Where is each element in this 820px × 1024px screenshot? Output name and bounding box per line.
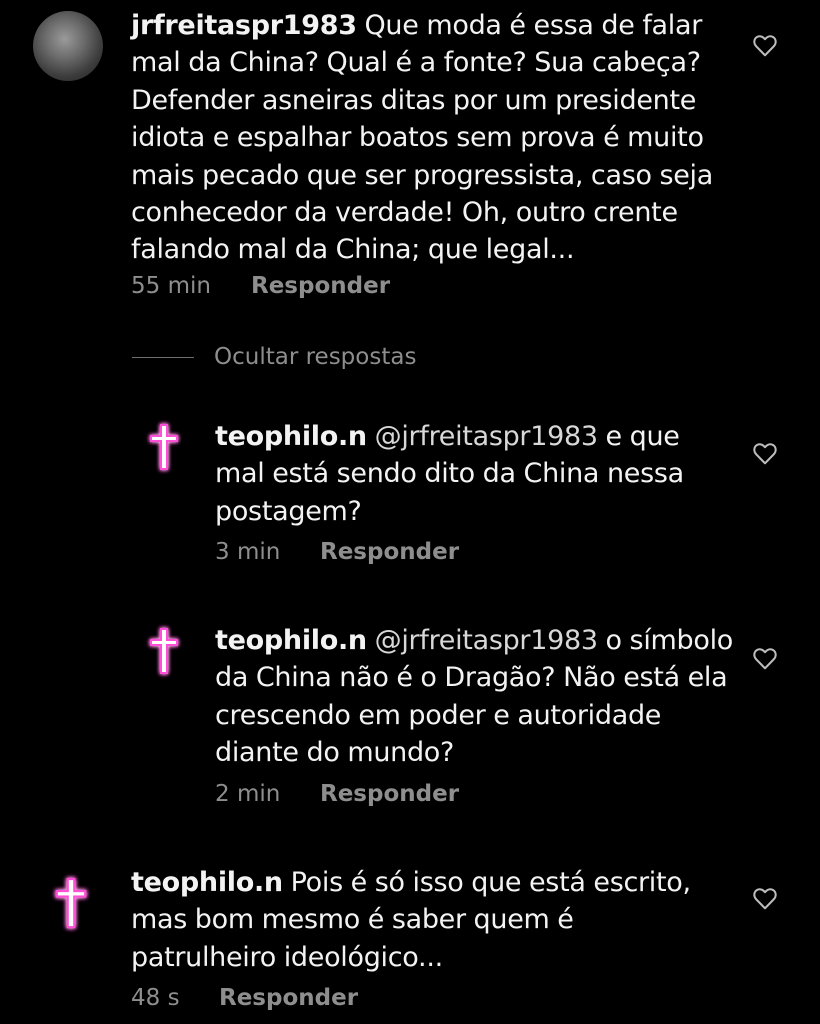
reply-username[interactable]: teophilo.n [215, 421, 367, 452]
heart-outline-icon[interactable] [752, 886, 778, 910]
heart-outline-icon[interactable] [752, 33, 778, 57]
mention-link[interactable]: @jrfreitaspr1983 [375, 421, 598, 452]
reply-button[interactable]: Responder [251, 273, 390, 299]
mention-link[interactable]: @jrfreitaspr1983 [375, 625, 598, 656]
comment-body: jrfreitaspr1983 Que moda é essa de falar… [131, 7, 731, 269]
comment-time: 48 s [131, 985, 180, 1011]
reply-time: 3 min [215, 539, 281, 565]
neon-cross-icon[interactable] [132, 618, 196, 682]
reply-meta: 3 min Responder [215, 539, 459, 565]
neon-cross-icon[interactable] [132, 414, 196, 478]
neon-cross-icon[interactable] [36, 867, 106, 937]
comment-time: 55 min [131, 273, 211, 299]
comment-meta: 55 min Responder [131, 273, 390, 299]
hide-replies-toggle[interactable]: Ocultar respostas [132, 344, 416, 370]
comment-username[interactable]: teophilo.n [131, 867, 283, 898]
reply-body: teophilo.n @jrfreitaspr1983 e que mal es… [215, 418, 725, 530]
avatar[interactable] [33, 11, 103, 81]
comment-text: Que moda é essa de falar mal da China? Q… [131, 10, 713, 266]
divider-line [132, 356, 194, 358]
reply-button[interactable]: Responder [219, 985, 358, 1011]
reply-username[interactable]: teophilo.n [215, 625, 367, 656]
heart-outline-icon[interactable] [752, 441, 778, 465]
reply-time: 2 min [215, 781, 281, 807]
hide-replies-label: Ocultar respostas [214, 344, 417, 370]
reply-button[interactable]: Responder [320, 539, 459, 565]
comment-body: teophilo.n Pois é só isso que está escri… [131, 864, 706, 976]
reply-meta: 2 min Responder [215, 781, 459, 807]
reply-button[interactable]: Responder [320, 781, 459, 807]
comment-meta: 48 s Responder [131, 985, 358, 1011]
comment-username[interactable]: jrfreitaspr1983 [131, 10, 357, 41]
reply-body: teophilo.n @jrfreitaspr1983 o símbolo da… [215, 622, 740, 772]
heart-outline-icon[interactable] [752, 646, 778, 670]
